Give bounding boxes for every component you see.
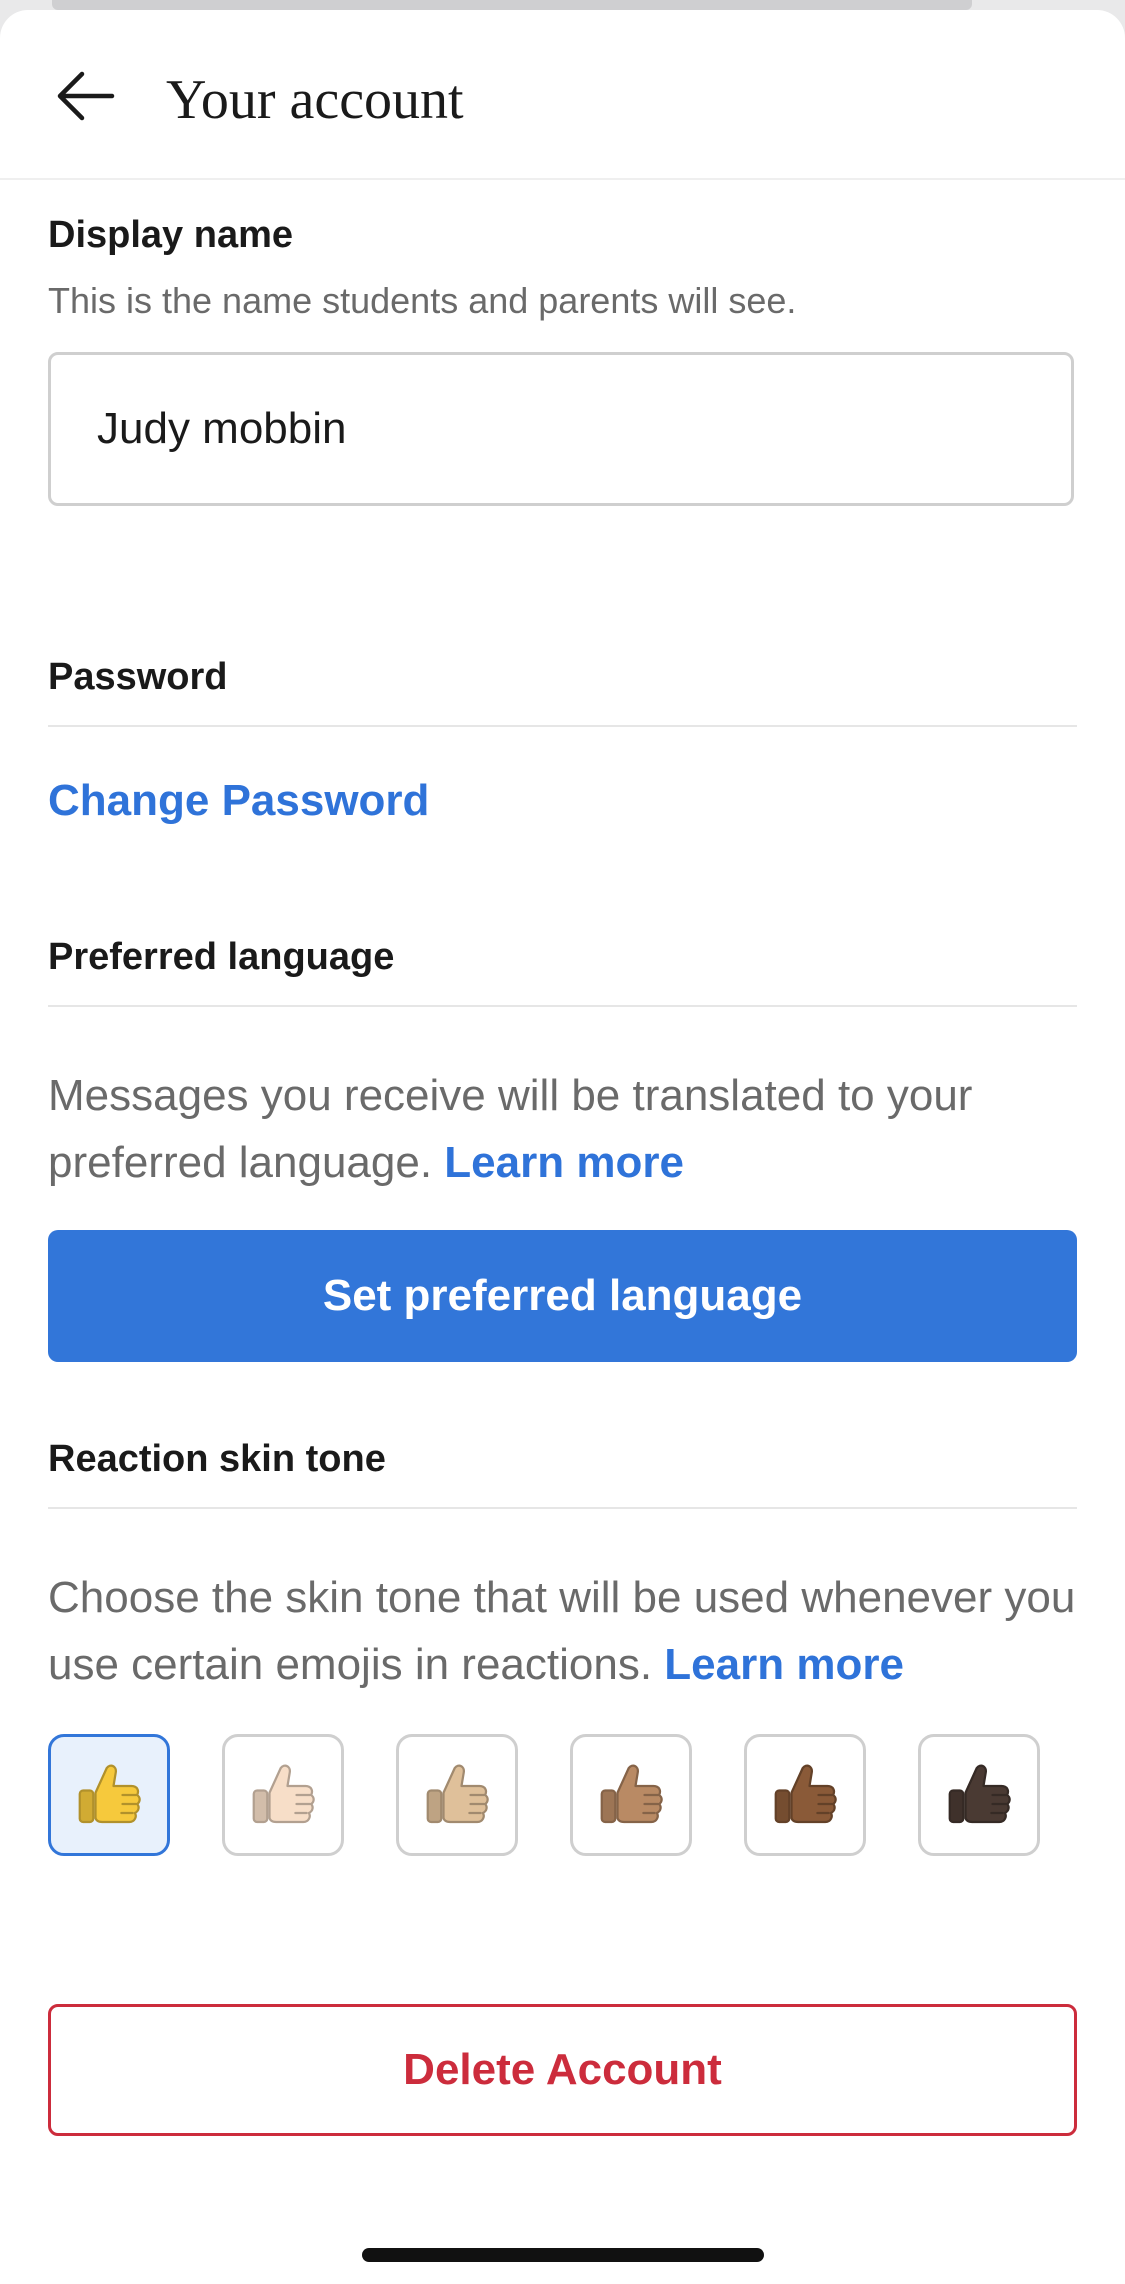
back-button[interactable] — [44, 56, 124, 136]
skin-tone-divider — [48, 1507, 1077, 1509]
delete-account-button[interactable]: Delete Account — [48, 2004, 1077, 2136]
header: Your account — [0, 10, 1125, 180]
account-sheet: Your account Display name This is the na… — [0, 10, 1125, 2284]
thumbs-up-default-icon — [78, 1764, 141, 1824]
set-preferred-language-button[interactable]: Set preferred language — [48, 1230, 1077, 1362]
display-name-value: Judy mobbin — [97, 404, 347, 453]
skin-tone-description-text: Choose the skin tone that will be used w… — [48, 1573, 1076, 1689]
language-divider — [48, 1005, 1077, 1007]
home-indicator — [362, 2248, 764, 2262]
skin-tone-option-medium-dark[interactable] — [744, 1734, 866, 1856]
thumbs-up-dark-icon — [948, 1764, 1011, 1824]
language-description: Messages you receive will be translated … — [48, 1062, 1088, 1196]
skin-tone-description: Choose the skin tone that will be used w… — [48, 1564, 1088, 1698]
skin-tone-option-default[interactable] — [48, 1734, 170, 1856]
skin-tone-learn-more-link[interactable]: Learn more — [664, 1640, 904, 1689]
arrow-left-icon — [57, 71, 115, 121]
display-name-input[interactable]: Judy mobbin — [48, 352, 1074, 506]
sheet-grabber — [52, 0, 972, 10]
password-divider — [48, 725, 1077, 727]
display-name-label: Display name — [48, 214, 293, 256]
change-password-link[interactable]: Change Password — [48, 776, 429, 826]
skin-tone-option-light[interactable] — [222, 1734, 344, 1856]
thumbs-up-light-icon — [252, 1764, 315, 1824]
page-title: Your account — [166, 69, 464, 131]
skin-tone-option-dark[interactable] — [918, 1734, 1040, 1856]
thumbs-up-medium-light-icon — [426, 1764, 489, 1824]
password-label: Password — [48, 656, 228, 698]
skin-tone-option-medium[interactable] — [570, 1734, 692, 1856]
display-name-helper: This is the name students and parents wi… — [48, 280, 797, 321]
skin-tone-options — [48, 1734, 1077, 1860]
delete-account-label: Delete Account — [403, 2045, 722, 2094]
thumbs-up-medium-icon — [600, 1764, 663, 1824]
language-learn-more-link[interactable]: Learn more — [444, 1138, 684, 1187]
set-preferred-language-label: Set preferred language — [322, 1271, 803, 1320]
skin-tone-label: Reaction skin tone — [48, 1438, 386, 1480]
preferred-language-label: Preferred language — [48, 936, 395, 978]
skin-tone-option-medium-light[interactable] — [396, 1734, 518, 1856]
thumbs-up-medium-dark-icon — [774, 1764, 837, 1824]
